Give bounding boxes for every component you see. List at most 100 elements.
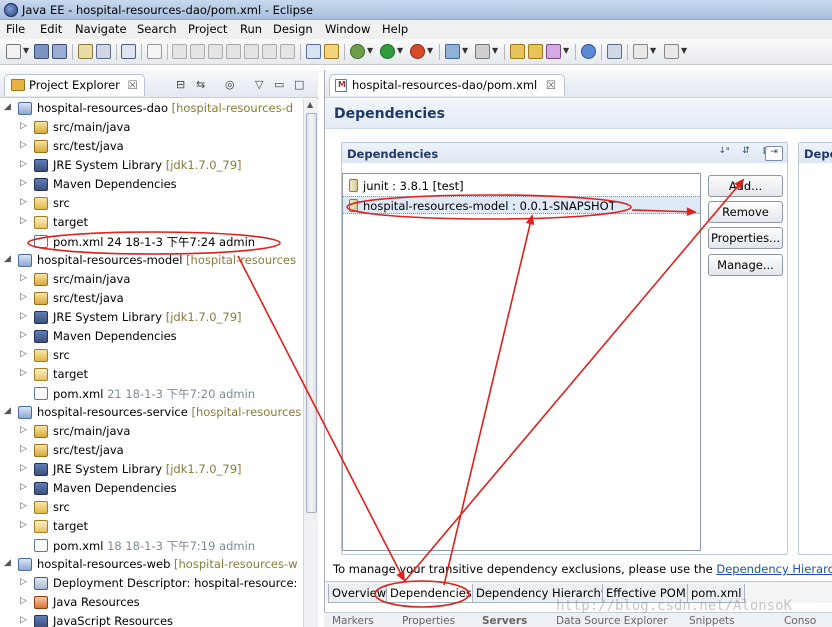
view-menu-icon[interactable]: ▽ xyxy=(255,78,263,91)
tree-item[interactable]: ◢ hospital-resources-model [hospital-reso… xyxy=(0,251,303,270)
collapsed-twisty-icon[interactable]: ▷ xyxy=(20,349,27,359)
save-icon[interactable] xyxy=(34,44,49,59)
save-all-icon[interactable] xyxy=(52,44,67,59)
tree-item[interactable]: ▷ Maven Dependencies xyxy=(0,479,303,498)
menu-run[interactable]: Run xyxy=(240,22,262,36)
tree-item[interactable]: ▷ src/main/java xyxy=(0,118,303,137)
scrollbar-thumb[interactable] xyxy=(306,113,317,513)
tree-item[interactable]: ▷ target xyxy=(0,517,303,536)
tree-item[interactable]: pom.xml 24 18-1-3 下午7:24 admin xyxy=(0,232,303,251)
collapsed-twisty-icon[interactable]: ▷ xyxy=(20,463,27,473)
dependency-row[interactable]: hospital-resources-model : 0.0.1-SNAPSHO… xyxy=(343,196,700,214)
debug-dropdown-icon[interactable]: ▼ xyxy=(367,46,373,55)
terminate-icon[interactable] xyxy=(208,44,223,59)
expanded-twisty-icon[interactable]: ◢ xyxy=(4,102,11,112)
tree-item[interactable]: pom.xml 21 18-1-3 下午7:20 admin xyxy=(0,384,303,403)
step-over-icon[interactable] xyxy=(262,44,277,59)
tree-item[interactable]: ▷ Maven Dependencies xyxy=(0,175,303,194)
collapsed-twisty-icon[interactable]: ▷ xyxy=(20,520,27,530)
disconnect-icon[interactable] xyxy=(226,44,241,59)
collapsed-twisty-icon[interactable]: ▷ xyxy=(20,159,27,169)
tree-item[interactable]: ▷ src/test/java xyxy=(0,289,303,308)
manage-button[interactable]: Manage... xyxy=(708,254,783,276)
pencil-dropdown-icon[interactable]: ▼ xyxy=(563,46,569,55)
open-resource-icon[interactable] xyxy=(96,44,111,59)
collapsed-twisty-icon[interactable]: ▷ xyxy=(20,216,27,226)
collapsed-twisty-icon[interactable]: ▷ xyxy=(20,444,27,454)
previous-annotation-dropdown-icon[interactable]: ▼ xyxy=(681,46,687,55)
tree-scrollbar[interactable]: ▲ xyxy=(303,99,318,627)
tree-item[interactable]: ▷ JRE System Library [jdk1.7.0_79] xyxy=(0,460,303,479)
collapsed-twisty-icon[interactable]: ▷ xyxy=(20,596,27,606)
debug-icon[interactable] xyxy=(350,44,365,59)
new-java-class-icon[interactable] xyxy=(475,44,490,59)
dependency-hierarchy-link[interactable]: Dependency Hierarchy xyxy=(716,562,832,576)
collapse-all-icon[interactable]: ⊟ xyxy=(176,78,185,91)
menu-project[interactable]: Project xyxy=(188,22,227,36)
collapsed-twisty-icon[interactable]: ▷ xyxy=(20,615,27,625)
collapse-section-icon[interactable]: ⇥ xyxy=(765,146,783,161)
add-button[interactable]: Add... xyxy=(708,175,783,197)
tree-item[interactable]: pom.xml 18 18-1-3 下午7:19 admin xyxy=(0,536,303,555)
new-server-dropdown-icon[interactable]: ▼ xyxy=(462,46,468,55)
open-project-tool-icon[interactable] xyxy=(528,44,543,59)
format-icon[interactable] xyxy=(306,44,321,59)
menu-help[interactable]: Help xyxy=(382,22,408,36)
collapsed-twisty-icon[interactable]: ▷ xyxy=(20,501,27,511)
tab-dependencies[interactable]: Dependencies xyxy=(386,584,476,603)
build-icon[interactable] xyxy=(324,44,339,59)
tree-item[interactable]: ▷ Maven Dependencies xyxy=(0,327,303,346)
new-server-icon[interactable] xyxy=(445,44,460,59)
menu-navigate[interactable]: Navigate xyxy=(75,22,127,36)
properties-button[interactable]: Properties... xyxy=(708,227,783,249)
remove-button[interactable]: Remove xyxy=(708,201,783,223)
tab-pom-xml[interactable]: hospital-resources-dao/pom.xml ☒ xyxy=(329,74,566,96)
close-icon[interactable]: ☒ xyxy=(546,78,556,92)
filter-icon[interactable]: ◎ xyxy=(225,78,235,91)
tab-data-source-explorer[interactable]: Data Source Explorer xyxy=(556,615,668,627)
search-tool-icon[interactable] xyxy=(607,44,622,59)
suspend-icon[interactable] xyxy=(190,44,205,59)
tree-item[interactable]: ◢ hospital-resources-web [hospital-resour… xyxy=(0,555,303,574)
expanded-twisty-icon[interactable]: ◢ xyxy=(4,406,11,416)
collapsed-twisty-icon[interactable]: ▷ xyxy=(20,311,27,321)
tree-item[interactable]: ▷ Deployment Descriptor: hospital-resourc… xyxy=(0,574,303,593)
collapsed-twisty-icon[interactable]: ▷ xyxy=(20,197,27,207)
expanded-twisty-icon[interactable]: ◢ xyxy=(4,558,11,568)
close-icon[interactable]: ☒ xyxy=(128,78,138,92)
tree-item[interactable]: ▷ src xyxy=(0,498,303,517)
open-folder-tool-icon[interactable] xyxy=(510,44,525,59)
skip-breakpoints-icon[interactable] xyxy=(147,44,162,59)
sort-icon[interactable]: ↓ᵃ xyxy=(716,146,732,161)
collapsed-twisty-icon[interactable]: ▷ xyxy=(20,482,27,492)
tree-item[interactable]: ◢ hospital-resources-service [hospital-re… xyxy=(0,403,303,422)
expanded-twisty-icon[interactable]: ◢ xyxy=(4,254,11,264)
tree-item[interactable]: ▷ src/main/java xyxy=(0,270,303,289)
collapsed-twisty-icon[interactable]: ▷ xyxy=(20,425,27,435)
menu-window[interactable]: Window xyxy=(325,22,370,36)
tree-item[interactable]: ▷ target xyxy=(0,365,303,384)
collapsed-twisty-icon[interactable]: ▷ xyxy=(20,121,27,131)
new-dropdown-icon[interactable]: ▼ xyxy=(23,46,29,55)
tree-item[interactable]: ▷ Java Resources xyxy=(0,593,303,612)
run-dropdown-icon[interactable]: ▼ xyxy=(397,46,403,55)
pencil-icon[interactable] xyxy=(546,44,561,59)
show-groupid-icon[interactable]: ⇵ xyxy=(738,146,754,161)
new-class-dropdown-icon[interactable]: ▼ xyxy=(492,46,498,55)
dependency-row[interactable]: junit : 3.8.1 [test] xyxy=(343,177,700,195)
new-icon[interactable] xyxy=(6,44,21,59)
menu-edit[interactable]: Edit xyxy=(40,22,62,36)
collapsed-twisty-icon[interactable]: ▷ xyxy=(20,140,27,150)
tab-project-explorer[interactable]: Project Explorer ☒ xyxy=(4,74,145,96)
tree-item[interactable]: ▷ JRE System Library [jdk1.7.0_79] xyxy=(0,156,303,175)
tab-overview[interactable]: Overview xyxy=(328,584,391,603)
menu-file[interactable]: File xyxy=(6,22,25,36)
tab-markers[interactable]: Markers xyxy=(332,615,374,627)
tree-item[interactable]: ◢ hospital-resources-dao [hospital-resour… xyxy=(0,99,303,118)
collapsed-twisty-icon[interactable]: ▷ xyxy=(20,292,27,302)
collapsed-twisty-icon[interactable]: ▷ xyxy=(20,330,27,340)
link-with-editor-icon[interactable]: ⇆ xyxy=(196,78,205,91)
tree-item[interactable]: ▷ src xyxy=(0,194,303,213)
resume-icon[interactable] xyxy=(172,44,187,59)
external-tools-dropdown-icon[interactable]: ▼ xyxy=(427,46,433,55)
